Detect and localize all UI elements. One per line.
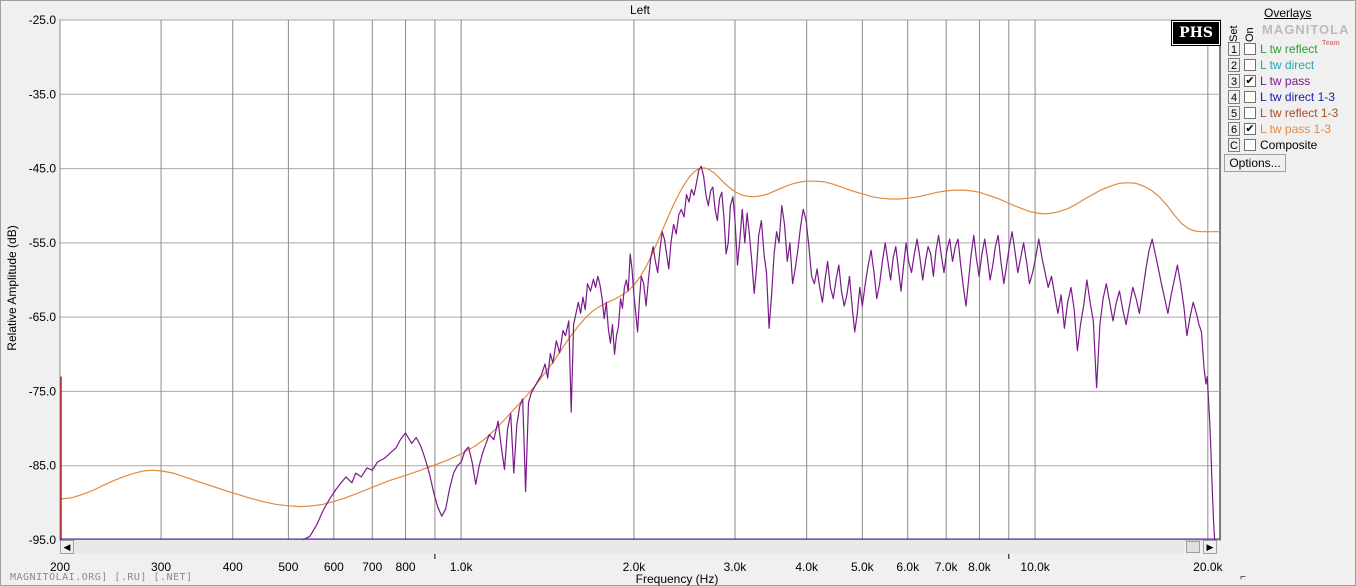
x-tick-label: 400 bbox=[223, 560, 243, 574]
set-column-header: Set bbox=[1228, 25, 1240, 42]
x-tick-label: 8.0k bbox=[968, 560, 992, 574]
y-tick-label: -65.0 bbox=[29, 310, 57, 324]
overlays-title: Overlays bbox=[1264, 6, 1312, 20]
y-tick-label: -85.0 bbox=[29, 459, 57, 473]
x-tick-labels: 200 300 400 500 600 700 800 1.0k 2.0k 3.0k 4.0k 5.0… bbox=[50, 554, 1224, 574]
options-button[interactable]: Options... bbox=[1224, 154, 1286, 172]
x-tick-label: 4.0k bbox=[795, 560, 819, 574]
overlay-label[interactable]: L tw pass 1-3 bbox=[1260, 122, 1331, 136]
overlay-set-button[interactable]: 3 bbox=[1228, 74, 1240, 88]
y-tick-label: -55.0 bbox=[29, 236, 57, 250]
x-tick-label: 20.0k bbox=[1193, 560, 1223, 574]
overlay-label[interactable]: Composite bbox=[1260, 138, 1317, 152]
watermark-bottom: MAGNITOLAI.ORG] [.RU] [.NET] bbox=[10, 572, 193, 583]
overlay-set-button[interactable]: 2 bbox=[1228, 58, 1240, 72]
scrollbar-track[interactable] bbox=[75, 540, 1184, 554]
overlay-checkbox[interactable] bbox=[1244, 43, 1256, 55]
overlay-checkbox[interactable]: ✔ bbox=[1244, 123, 1256, 135]
overlay-set-button[interactable]: 6 bbox=[1228, 122, 1240, 136]
overlay-row: 5 L tw reflect 1-3 bbox=[1224, 106, 1352, 122]
y-tick-label: -35.0 bbox=[29, 87, 57, 101]
overlay-checkbox[interactable]: ✔ bbox=[1244, 75, 1256, 87]
x-tick-label: 5.0k bbox=[851, 560, 875, 574]
overlay-set-button[interactable]: 1 bbox=[1228, 42, 1240, 56]
scroll-right-button[interactable]: ▶ bbox=[1203, 540, 1217, 554]
scroll-left-button[interactable]: ◀ bbox=[60, 540, 74, 554]
overlay-label[interactable]: L tw direct bbox=[1260, 58, 1314, 72]
checkmark-icon: ✔ bbox=[1245, 75, 1255, 87]
x-tick-label: 700 bbox=[362, 560, 382, 574]
x-tick-label: 6.0k bbox=[896, 560, 920, 574]
overlay-checkbox[interactable] bbox=[1244, 139, 1256, 151]
overlay-checkbox[interactable] bbox=[1244, 107, 1256, 119]
y-tick-label: -75.0 bbox=[29, 384, 57, 398]
overlay-checkbox[interactable] bbox=[1244, 59, 1256, 71]
grid bbox=[59, 19, 1221, 541]
y-tick-label: -95.0 bbox=[29, 533, 57, 547]
x-tick-label: 800 bbox=[396, 560, 416, 574]
overlay-set-button[interactable]: 5 bbox=[1228, 106, 1240, 120]
overlay-row: 1 L tw reflect bbox=[1224, 42, 1352, 58]
phs-logo: PHS bbox=[1171, 20, 1221, 46]
checkmark-icon: ✔ bbox=[1245, 123, 1255, 135]
overlay-label[interactable]: L tw direct 1-3 bbox=[1260, 90, 1335, 104]
x-tick-label: 3.0k bbox=[724, 560, 748, 574]
overlay-label[interactable]: L tw reflect bbox=[1260, 42, 1318, 56]
overlay-row: 6 ✔ L tw pass 1-3 bbox=[1224, 122, 1352, 138]
y-tick-labels: -25.0 -35.0 -45.0 -55.0 -65.0 -75.0 -85.0 -95.0 bbox=[29, 13, 57, 547]
resize-grip-icon[interactable]: ⌐ bbox=[1236, 572, 1250, 584]
overlays-panel: Overlays Set On 1 L tw reflect 2 L tw direc… bbox=[1224, 2, 1352, 174]
x-tick-label: 7.0k bbox=[935, 560, 959, 574]
x-tick-label: 500 bbox=[278, 560, 298, 574]
on-column-header: On bbox=[1244, 27, 1256, 42]
frequency-response-chart: -25.0 -35.0 -45.0 -55.0 -65.0 -75.0 -85.0 -95.0… bbox=[5, 3, 1224, 586]
overlay-label[interactable]: L tw pass bbox=[1260, 74, 1310, 88]
overlay-label[interactable]: L tw reflect 1-3 bbox=[1260, 106, 1338, 120]
x-tick-label: 1.0k bbox=[450, 560, 474, 574]
x-axis-label: Frequency (Hz) bbox=[636, 572, 719, 586]
overlay-set-button[interactable]: C bbox=[1228, 138, 1240, 152]
scrollbar-thumb[interactable] bbox=[1186, 541, 1200, 553]
x-tick-label: 10.0k bbox=[1020, 560, 1050, 574]
chart-title: Left bbox=[630, 3, 651, 17]
overlay-checkbox[interactable] bbox=[1244, 91, 1256, 103]
plot-area bbox=[59, 19, 1221, 541]
overlay-set-button[interactable]: 4 bbox=[1228, 90, 1240, 104]
overlay-row: 2 L tw direct bbox=[1224, 58, 1352, 74]
x-tick-label: 600 bbox=[324, 560, 344, 574]
overlay-row: 3 ✔ L tw pass bbox=[1224, 74, 1352, 90]
overlay-row: 4 L tw direct 1-3 bbox=[1224, 90, 1352, 106]
y-tick-label: -45.0 bbox=[29, 162, 57, 176]
overlay-row: C Composite bbox=[1224, 138, 1352, 154]
y-axis-label: Relative Amplitude (dB) bbox=[5, 225, 19, 350]
y-tick-label: -25.0 bbox=[29, 13, 57, 27]
